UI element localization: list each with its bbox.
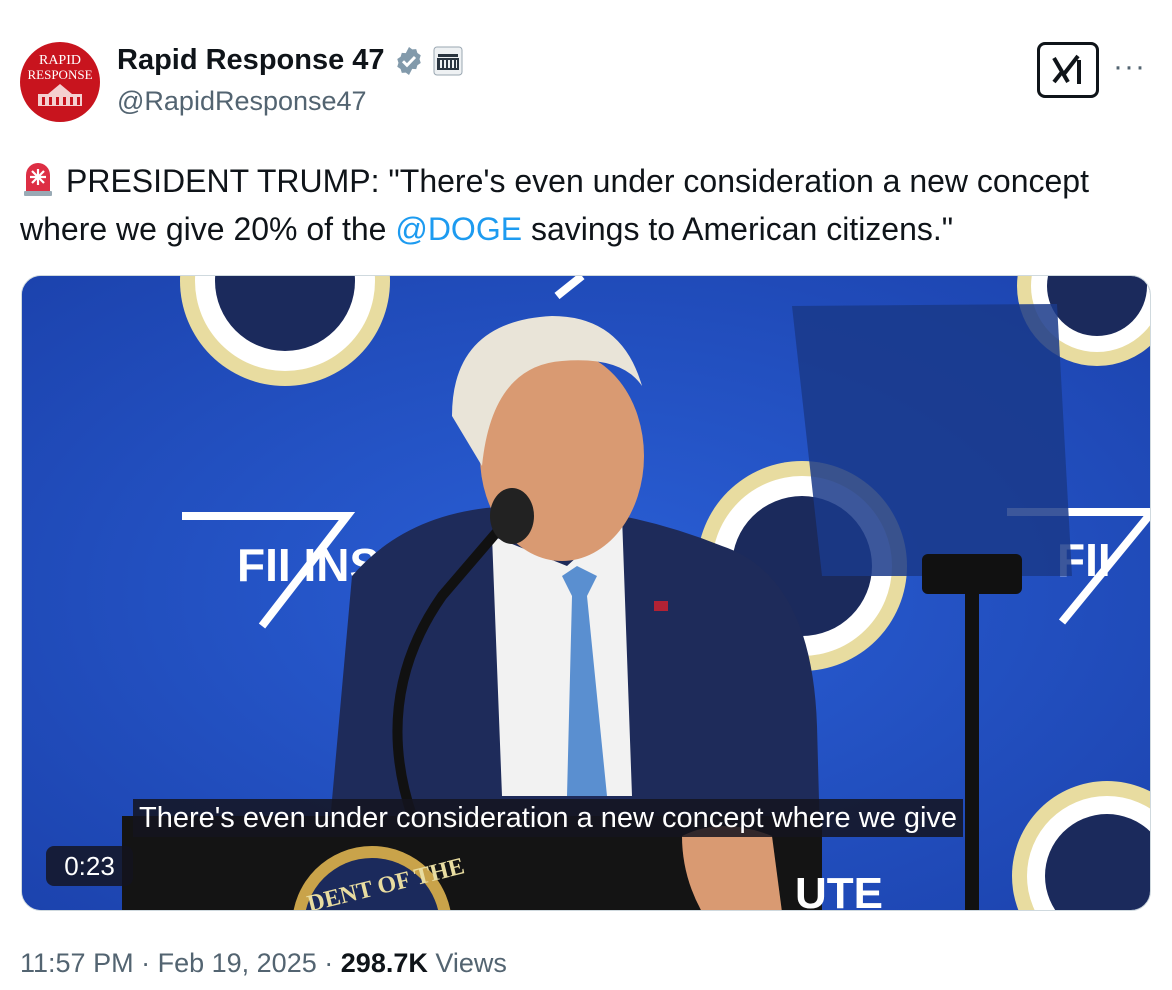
white-house-logo-icon [38, 84, 82, 106]
tweet-text: PRESIDENT TRUMP: "There's even under con… [20, 157, 1160, 253]
white-house-icon[interactable] [433, 46, 463, 76]
mention-link[interactable]: @DOGE [395, 211, 522, 247]
tweet-time[interactable]: 11:57 PM [20, 948, 134, 978]
more-options-button[interactable]: ··· [1113, 50, 1146, 84]
verified-badge-icon[interactable] [393, 45, 425, 77]
tweet-text-part2: savings to American citizens." [522, 211, 954, 247]
backdrop-text-bottom: UTE [795, 869, 883, 911]
display-name[interactable]: Rapid Response 47 [117, 44, 385, 77]
author-name-row: Rapid Response 47 [117, 44, 463, 77]
avatar[interactable]: RAPID RESPONSE [20, 42, 100, 122]
grok-button[interactable] [1037, 42, 1099, 98]
author-handle[interactable]: @RapidResponse47 [117, 86, 367, 117]
meta-separator: · [141, 948, 151, 978]
tweet-date[interactable]: Feb 19, 2025 [158, 948, 317, 978]
tweet-metadata: 11:57 PM · Feb 19, 2025 · 298.7K Views [20, 948, 507, 979]
siren-icon [24, 163, 52, 196]
views-label: Views [435, 948, 507, 978]
video-caption: There's even under consideration a new c… [133, 799, 964, 837]
views-count: 298.7K [340, 948, 428, 978]
video-duration-badge: 0:23 [46, 846, 133, 886]
grok-icon [1052, 54, 1081, 84]
meta-separator: · [324, 948, 334, 978]
